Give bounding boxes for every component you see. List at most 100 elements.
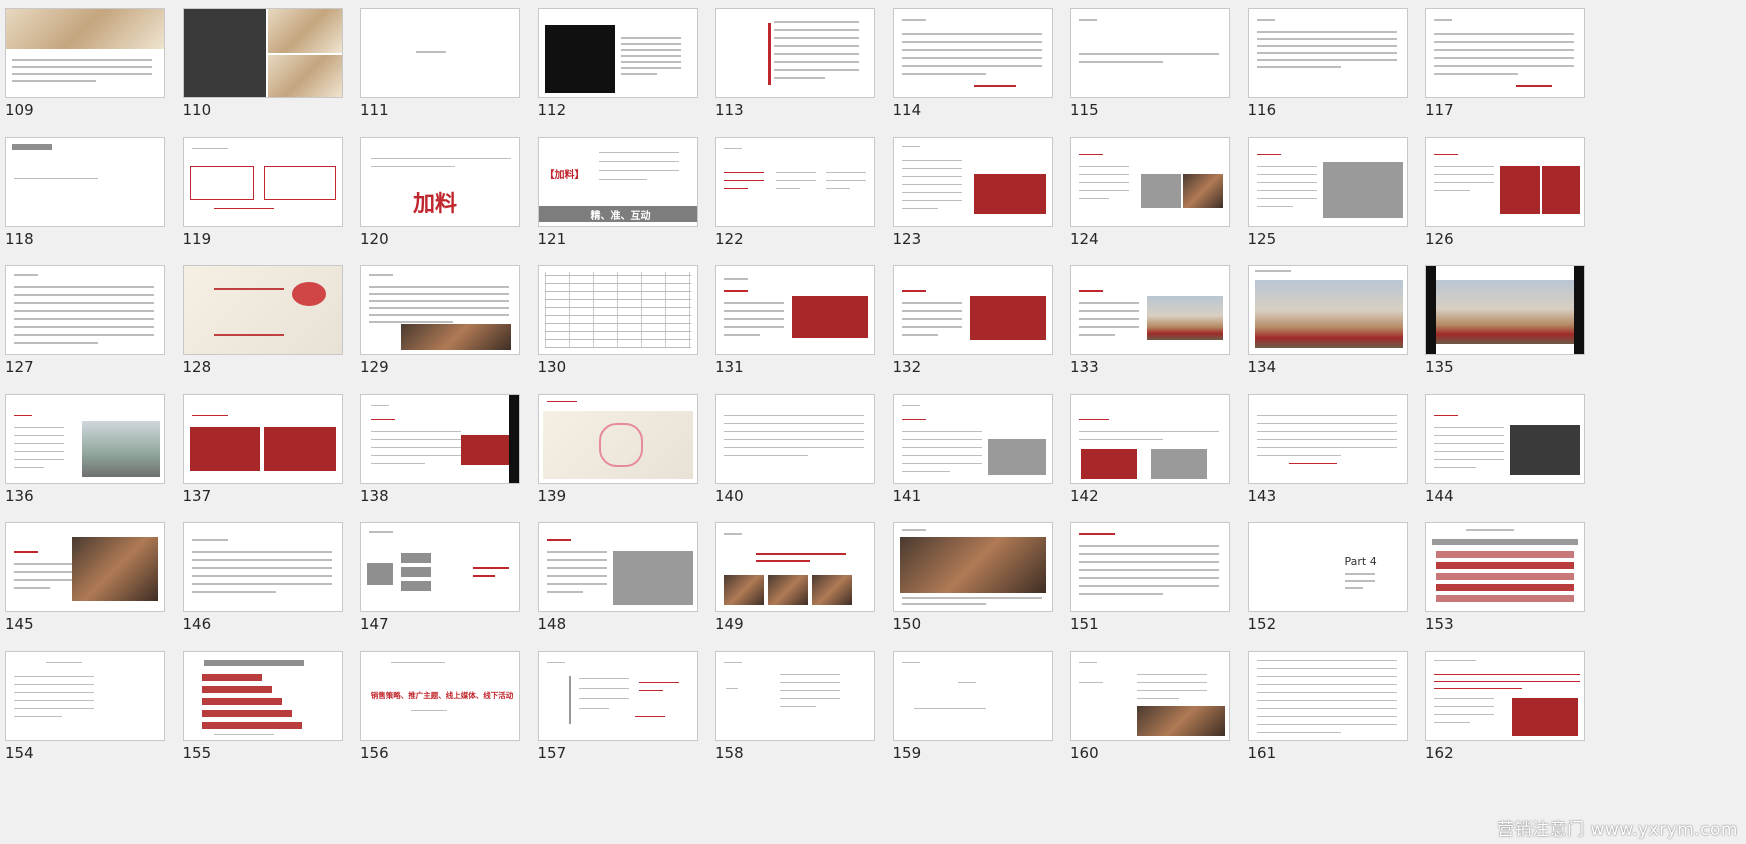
slide-thumbnail-152[interactable]: Part 4 152 xyxy=(1243,514,1408,642)
slide-thumbnail-159[interactable]: 159 xyxy=(888,643,1053,771)
slide-thumbnail-145[interactable]: 145 xyxy=(0,514,165,642)
slide-preview[interactable] xyxy=(537,8,698,98)
slide-preview[interactable] xyxy=(892,8,1053,98)
slide-thumbnail-117[interactable]: 117 xyxy=(1420,0,1585,128)
slide-thumbnail-140[interactable]: 140 xyxy=(710,386,875,514)
slide-thumbnail-123[interactable]: 123 xyxy=(888,129,1053,257)
slide-preview[interactable] xyxy=(5,650,165,741)
slide-thumbnail-154[interactable]: 154 xyxy=(0,643,165,771)
slide-preview[interactable] xyxy=(715,265,875,355)
slide-preview[interactable] xyxy=(715,522,875,612)
slide-preview[interactable] xyxy=(1070,136,1230,227)
slide-thumbnail-138[interactable]: 138 xyxy=(355,386,520,514)
slide-thumbnail-116[interactable]: 116 xyxy=(1243,0,1408,128)
slide-preview[interactable] xyxy=(537,650,698,741)
slide-preview[interactable] xyxy=(537,265,698,355)
slide-preview[interactable] xyxy=(892,522,1053,612)
slide-thumbnail-137[interactable]: 137 xyxy=(178,386,343,514)
slide-preview[interactable] xyxy=(1070,8,1230,98)
slide-thumbnail-144[interactable]: 144 xyxy=(1420,386,1585,514)
slide-thumbnail-112[interactable]: 112 xyxy=(533,0,698,128)
slide-preview[interactable] xyxy=(715,393,875,484)
slide-preview[interactable] xyxy=(537,522,698,612)
slide-preview[interactable] xyxy=(1070,393,1230,484)
slide-thumbnail-121[interactable]: 【加料】 精、准、互动 121 xyxy=(533,129,698,257)
slide-thumbnail-139[interactable]: 139 xyxy=(533,386,698,514)
slide-preview[interactable] xyxy=(537,393,698,484)
slide-preview[interactable] xyxy=(5,265,165,355)
slide-thumbnail-146[interactable]: 146 xyxy=(178,514,343,642)
slide-preview[interactable] xyxy=(182,136,343,227)
slide-preview[interactable]: 销售策略、推广主题、线上媒体、线下活动 xyxy=(360,650,520,741)
slide-preview[interactable] xyxy=(715,8,875,98)
slide-preview[interactable] xyxy=(892,393,1053,484)
slide-thumbnail-120[interactable]: 加料 120 xyxy=(355,129,520,257)
slide-preview[interactable] xyxy=(182,522,343,612)
slide-thumbnail-126[interactable]: 126 xyxy=(1420,129,1585,257)
slide-preview[interactable] xyxy=(5,8,165,98)
slide-thumbnail-127[interactable]: 127 xyxy=(0,257,165,385)
slide-thumbnail-129[interactable]: 129 xyxy=(355,257,520,385)
slide-preview[interactable] xyxy=(182,650,343,741)
slide-thumbnail-156[interactable]: 销售策略、推广主题、线上媒体、线下活动 156 xyxy=(355,643,520,771)
slide-preview[interactable] xyxy=(360,522,520,612)
slide-thumbnail-109[interactable]: 109 xyxy=(0,0,165,128)
slide-thumbnail-136[interactable]: 136 xyxy=(0,386,165,514)
slide-preview[interactable] xyxy=(1070,650,1230,741)
slide-preview[interactable] xyxy=(1425,393,1585,484)
slide-preview[interactable] xyxy=(1425,265,1585,355)
slide-thumbnail-151[interactable]: 151 xyxy=(1065,514,1230,642)
slide-preview[interactable] xyxy=(1070,522,1230,612)
slide-preview[interactable] xyxy=(715,136,875,227)
slide-preview[interactable] xyxy=(1247,393,1408,484)
slide-thumbnail-133[interactable]: 133 xyxy=(1065,257,1230,385)
slide-thumbnail-150[interactable]: 150 xyxy=(888,514,1053,642)
slide-thumbnail-160[interactable]: 160 xyxy=(1065,643,1230,771)
slide-preview[interactable] xyxy=(182,393,343,484)
slide-preview[interactable] xyxy=(5,393,165,484)
slide-thumbnail-134[interactable]: 134 xyxy=(1243,257,1408,385)
slide-thumbnail-122[interactable]: 122 xyxy=(710,129,875,257)
slide-preview[interactable] xyxy=(182,265,343,355)
slide-preview[interactable] xyxy=(892,136,1053,227)
slide-thumbnail-130[interactable]: 130 xyxy=(533,257,698,385)
slide-thumbnail-135[interactable]: 135 xyxy=(1420,257,1585,385)
slide-thumbnail-153[interactable]: 153 xyxy=(1420,514,1585,642)
slide-thumbnail-157[interactable]: 157 xyxy=(533,643,698,771)
slide-thumbnail-155[interactable]: 155 xyxy=(178,643,343,771)
slide-thumbnail-147[interactable]: 147 xyxy=(355,514,520,642)
slide-thumbnail-115[interactable]: 115 xyxy=(1065,0,1230,128)
slide-preview[interactable] xyxy=(1247,650,1408,741)
slide-preview[interactable] xyxy=(360,265,520,355)
slide-thumbnail-149[interactable]: 149 xyxy=(710,514,875,642)
slide-thumbnail-128[interactable]: 128 xyxy=(178,257,343,385)
slide-preview[interactable] xyxy=(1070,265,1230,355)
slide-preview[interactable] xyxy=(1247,265,1408,355)
slide-preview[interactable] xyxy=(182,8,343,98)
slide-preview[interactable] xyxy=(360,8,520,98)
slide-preview[interactable]: 【加料】 精、准、互动 xyxy=(537,136,698,227)
slide-preview[interactable] xyxy=(1247,8,1408,98)
slide-thumbnail-124[interactable]: 124 xyxy=(1065,129,1230,257)
slide-thumbnail-141[interactable]: 141 xyxy=(888,386,1053,514)
slide-preview[interactable] xyxy=(715,650,875,741)
slide-thumbnail-110[interactable]: 110 xyxy=(178,0,343,128)
slide-thumbnail-118[interactable]: 118 xyxy=(0,129,165,257)
slide-preview[interactable] xyxy=(1425,522,1585,612)
slide-thumbnail-162[interactable]: 162 xyxy=(1420,643,1585,771)
slide-preview[interactable] xyxy=(1247,136,1408,227)
slide-thumbnail-161[interactable]: 161 xyxy=(1243,643,1408,771)
slide-thumbnail-125[interactable]: 125 xyxy=(1243,129,1408,257)
slide-thumbnail-114[interactable]: 114 xyxy=(888,0,1053,128)
slide-preview[interactable] xyxy=(892,265,1053,355)
slide-preview[interactable] xyxy=(1425,8,1585,98)
slide-thumbnail-113[interactable]: 113 xyxy=(710,0,875,128)
slide-preview[interactable]: Part 4 xyxy=(1247,522,1408,612)
slide-thumbnail-148[interactable]: 148 xyxy=(533,514,698,642)
slide-preview[interactable] xyxy=(360,393,520,484)
slide-thumbnail-158[interactable]: 158 xyxy=(710,643,875,771)
slide-preview[interactable]: 加料 xyxy=(360,136,520,227)
slide-thumbnail-142[interactable]: 142 xyxy=(1065,386,1230,514)
slide-thumbnail-143[interactable]: 143 xyxy=(1243,386,1408,514)
slide-preview[interactable] xyxy=(892,650,1053,741)
